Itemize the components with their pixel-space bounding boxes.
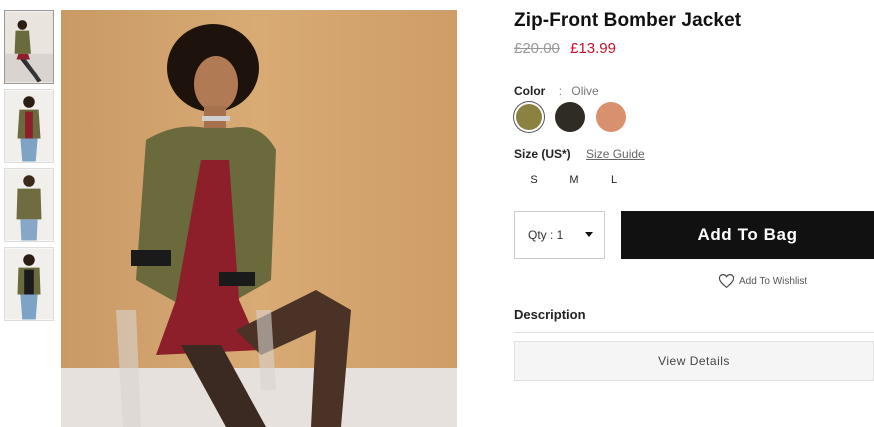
- model-photo: [61, 10, 457, 427]
- swatch-olive[interactable]: [516, 104, 542, 130]
- thumbnail-4-image: [5, 248, 53, 320]
- thumbnail-gallery: [4, 10, 54, 326]
- color-swatches: [514, 102, 626, 132]
- thumbnail-1-image: [5, 11, 53, 83]
- size-row: Size (US*) Size Guide: [514, 147, 645, 161]
- size-option-l[interactable]: L: [594, 168, 634, 192]
- add-to-wishlist-link[interactable]: Add To Wishlist: [718, 273, 807, 289]
- caret-down-icon: [585, 232, 593, 237]
- thumbnail-1[interactable]: [4, 10, 54, 84]
- size-label: Size (US*): [514, 147, 571, 161]
- swatch-black[interactable]: [555, 102, 585, 132]
- size-option-m[interactable]: M: [554, 168, 594, 192]
- product-title: Zip-Front Bomber Jacket: [514, 10, 742, 31]
- view-details-button[interactable]: View Details: [514, 341, 874, 381]
- size-guide-link[interactable]: Size Guide: [586, 147, 645, 161]
- color-label: Color: [514, 84, 546, 98]
- thumbnail-4[interactable]: [4, 247, 54, 321]
- wishlist-label: Add To Wishlist: [739, 275, 808, 287]
- sale-price: £13.99: [570, 40, 616, 57]
- thumbnail-3-image: [5, 169, 53, 241]
- thumbnail-2[interactable]: [4, 89, 54, 163]
- quantity-select[interactable]: Qty : 1: [514, 211, 605, 259]
- selected-color-name: Olive: [571, 84, 599, 98]
- size-options: S M L: [514, 168, 634, 192]
- size-option-s[interactable]: S: [514, 168, 554, 192]
- description-heading: Description: [514, 307, 586, 322]
- quantity-label: Qty : 1: [528, 228, 564, 242]
- description-divider: [514, 332, 874, 333]
- original-price: £20.00: [514, 40, 560, 57]
- color-separator: :: [558, 84, 563, 98]
- add-to-bag-button[interactable]: Add To Bag: [621, 211, 874, 259]
- heart-icon: [718, 274, 735, 289]
- product-panel: Zip-Front Bomber Jacket £20.00 £13.99 Co…: [514, 0, 874, 427]
- price-block: £20.00 £13.99: [514, 40, 616, 57]
- main-product-image[interactable]: [61, 10, 457, 427]
- swatch-salmon[interactable]: [596, 102, 626, 132]
- color-row: Color : Olive: [514, 84, 599, 98]
- thumbnail-2-image: [5, 90, 53, 162]
- thumbnail-3[interactable]: [4, 168, 54, 242]
